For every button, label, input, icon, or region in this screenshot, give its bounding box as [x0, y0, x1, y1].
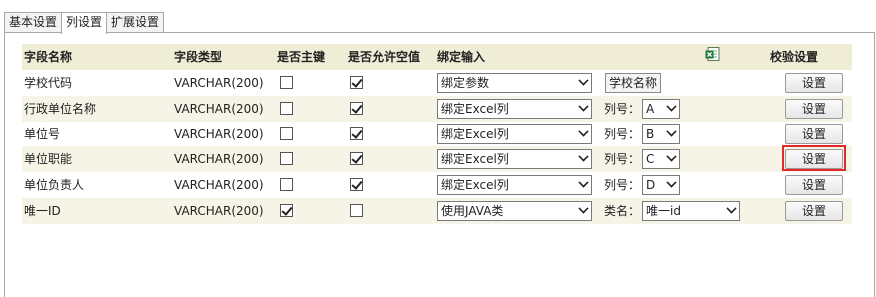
header-binding-input: 绑定输入 — [437, 50, 486, 64]
table-row: 单位负责人 VARCHAR(200) 绑定Excel列 列号： D 设置 — [22, 172, 852, 198]
allow-null-checkbox[interactable] — [350, 204, 363, 217]
field-name: 行政单位名称 — [24, 102, 97, 116]
binding-input-value: 绑定Excel列 — [441, 127, 509, 141]
header-validation-settings: 校验设置 — [770, 50, 819, 64]
binding-input-value: 绑定Excel列 — [441, 152, 509, 166]
column-number-value: C — [646, 152, 655, 166]
field-type: VARCHAR(200) — [174, 76, 264, 90]
class-name-label: 类名： — [604, 204, 641, 218]
field-type: VARCHAR(200) — [174, 152, 264, 166]
allow-null-checkbox[interactable] — [350, 127, 363, 140]
column-number-select[interactable]: B — [642, 124, 680, 144]
chevron-down-icon — [726, 203, 737, 214]
table-header: 字段名称 字段类型 是否主键 是否允许空值 绑定输入 校验设置 — [22, 44, 852, 70]
column-number-select[interactable]: A — [642, 99, 680, 119]
field-name: 单位负责人 — [24, 178, 85, 192]
class-name-value: 唯一id — [646, 204, 681, 218]
primary-key-checkbox[interactable] — [280, 178, 293, 191]
allow-null-checkbox[interactable] — [350, 178, 363, 191]
table-row: 单位职能 VARCHAR(200) 绑定Excel列 列号： C 设置 — [22, 145, 852, 172]
primary-key-checkbox[interactable] — [280, 204, 293, 217]
tab-bar: 基本设置 列设置 扩展设置 — [4, 12, 165, 34]
chevron-down-icon — [666, 101, 677, 112]
binding-input-select[interactable]: 绑定Excel列 — [437, 99, 592, 119]
table-row: 学校代码 VARCHAR(200) 绑定参数 学校名称 设置 — [22, 70, 852, 96]
chevron-down-icon — [578, 177, 589, 188]
binding-input-select[interactable]: 绑定Excel列 — [437, 149, 592, 169]
field-name: 单位号 — [24, 127, 61, 141]
column-number-value: D — [646, 178, 656, 192]
chevron-down-icon — [578, 75, 589, 86]
binding-input-select[interactable]: 使用JAVA类 — [437, 201, 592, 221]
primary-key-checkbox[interactable] — [280, 102, 293, 115]
binding-input-value: 使用JAVA类 — [441, 204, 504, 218]
column-number-select[interactable]: C — [642, 149, 680, 169]
table-row: 唯一ID VARCHAR(200) 使用JAVA类 类名： 唯一id 设置 — [22, 198, 852, 224]
column-number-value: B — [646, 127, 655, 141]
field-type: VARCHAR(200) — [174, 178, 264, 192]
binding-input-value: 绑定Excel列 — [441, 102, 509, 116]
header-field-type: 字段类型 — [174, 50, 223, 64]
column-number-label: 列号： — [604, 127, 641, 141]
validation-settings-button[interactable]: 设置 — [785, 99, 843, 119]
allow-null-checkbox[interactable] — [350, 76, 363, 89]
header-is-primary-key: 是否主键 — [277, 50, 326, 64]
chevron-down-icon — [666, 177, 677, 188]
binding-input-select[interactable]: 绑定参数 — [437, 73, 592, 93]
header-field-name: 字段名称 — [24, 50, 73, 64]
field-type: VARCHAR(200) — [174, 204, 264, 218]
tab-extended-settings[interactable]: 扩展设置 — [106, 12, 165, 33]
allow-null-checkbox[interactable] — [350, 102, 363, 115]
chevron-down-icon — [578, 151, 589, 162]
table-row: 单位号 VARCHAR(200) 绑定Excel列 列号： B 设置 — [22, 121, 852, 147]
validation-settings-button[interactable]: 设置 — [785, 124, 843, 144]
primary-key-checkbox[interactable] — [280, 76, 293, 89]
chevron-down-icon — [578, 101, 589, 112]
column-number-value: A — [646, 102, 655, 116]
primary-key-checkbox[interactable] — [280, 152, 293, 165]
field-type: VARCHAR(200) — [174, 102, 264, 116]
validation-settings-button[interactable]: 设置 — [785, 73, 843, 93]
field-name: 学校代码 — [24, 76, 73, 90]
chevron-down-icon — [666, 126, 677, 137]
table-row: 行政单位名称 VARCHAR(200) 绑定Excel列 列号： A 设置 — [22, 96, 852, 122]
chevron-down-icon — [578, 126, 589, 137]
binding-input-select[interactable]: 绑定Excel列 — [437, 124, 592, 144]
highlight-box — [782, 145, 846, 171]
field-name: 单位职能 — [24, 152, 73, 166]
binding-input-value: 绑定参数 — [441, 76, 490, 90]
chevron-down-icon — [666, 151, 677, 162]
validation-settings-button[interactable]: 设置 — [785, 201, 843, 221]
field-type: VARCHAR(200) — [174, 127, 264, 141]
column-number-label: 列号： — [604, 152, 641, 166]
tab-column-settings[interactable]: 列设置 — [61, 12, 108, 34]
tab-basic-settings[interactable]: 基本设置 — [4, 12, 63, 33]
primary-key-checkbox[interactable] — [280, 127, 293, 140]
binding-input-select[interactable]: 绑定Excel列 — [437, 175, 592, 195]
field-name: 唯一ID — [24, 204, 61, 218]
allow-null-checkbox[interactable] — [350, 152, 363, 165]
class-name-select[interactable]: 唯一id — [642, 201, 740, 221]
chevron-down-icon — [578, 203, 589, 214]
column-number-label: 列号： — [604, 102, 641, 116]
excel-import-icon[interactable] — [705, 47, 720, 62]
validation-settings-button[interactable]: 设置 — [785, 175, 843, 195]
column-number-select[interactable]: D — [642, 175, 680, 195]
parameter-name-field[interactable]: 学校名称 — [605, 73, 662, 93]
column-number-label: 列号： — [604, 178, 641, 192]
binding-input-value: 绑定Excel列 — [441, 178, 509, 192]
header-allow-null: 是否允许空值 — [348, 50, 421, 64]
